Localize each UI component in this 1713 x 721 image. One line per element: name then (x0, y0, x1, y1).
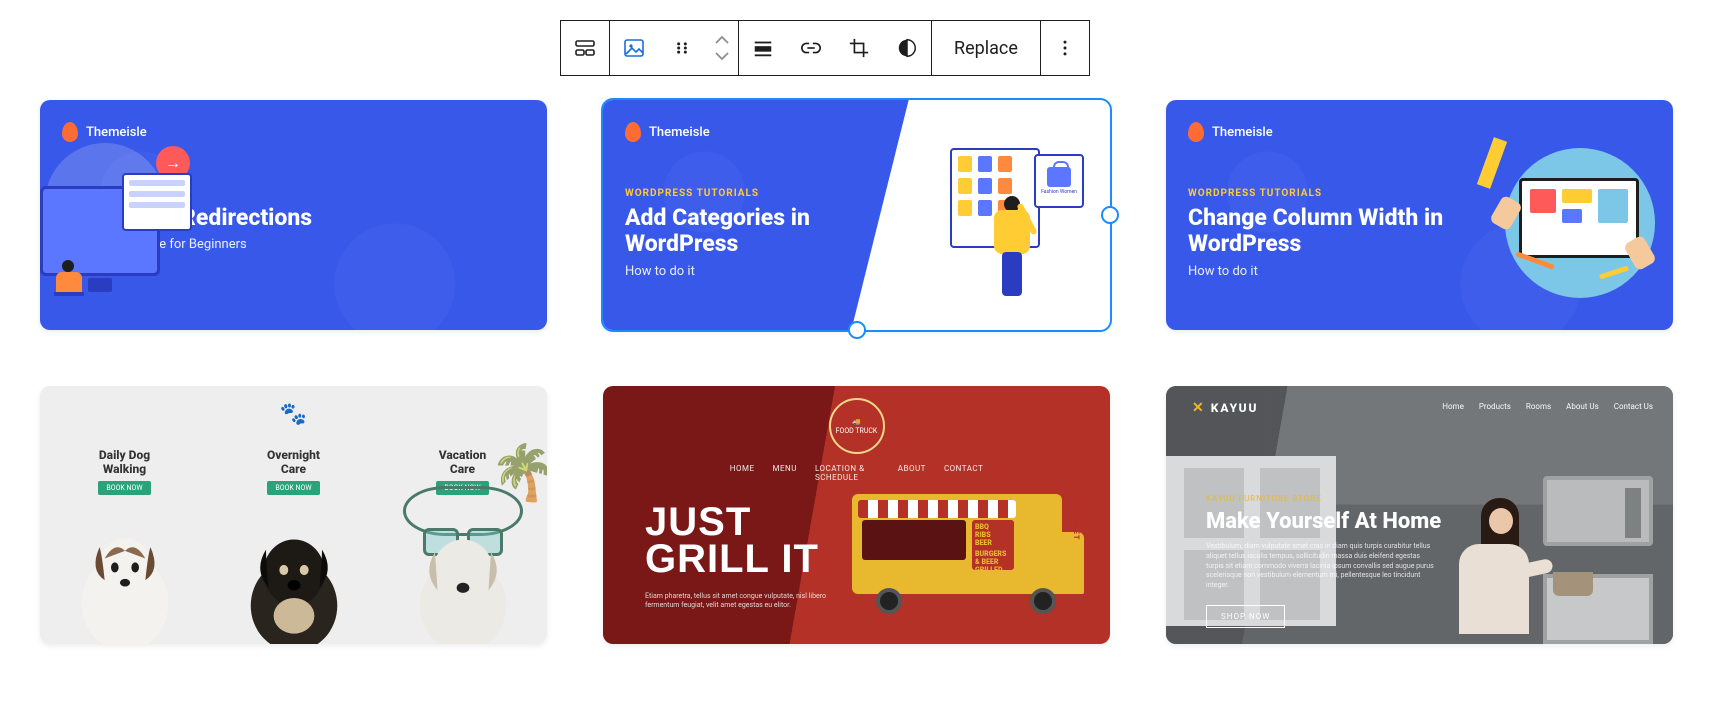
pet-col-title: Daily DogWalking (99, 448, 150, 477)
themeisle-logo-icon (625, 122, 641, 142)
card-eyebrow: WORDPRESS TUTORIALS (625, 188, 910, 199)
pet-col-title: OvernightCare (267, 448, 320, 477)
dog-image-icon (60, 514, 190, 644)
hero-lorem: Etiam pharetra, tellus sit amet congue v… (645, 592, 845, 610)
card-subtitle: How to do it (625, 264, 910, 279)
resize-handle-bottom[interactable] (848, 321, 866, 339)
card-brand: Themeisle (625, 122, 710, 142)
tag-label: Fashion Women (1041, 189, 1077, 195)
block-toolbar: Replace (560, 20, 1090, 76)
card-illustration (1485, 138, 1655, 308)
foodtruck-badge-icon: 🚚FOOD TRUCK (829, 398, 885, 454)
card-title: Change Column Width in WordPress (1188, 205, 1473, 258)
gallery-image[interactable]: Themeisle WORDPRESS WordPress Redirectio… (40, 100, 547, 330)
parent-gallery-block-button[interactable] (561, 21, 609, 75)
dog-image-icon (398, 514, 528, 644)
replace-button[interactable]: Replace (932, 21, 1040, 75)
hero-lorem: Vestibulum, diam vulputate amet cras in … (1206, 542, 1436, 591)
pet-col-title: VacationCare (439, 448, 487, 477)
book-now-button: BOOK NOW (267, 481, 319, 495)
drag-handle[interactable] (658, 21, 706, 75)
gallery-image-selected[interactable]: Themeisle WORDPRESS TUTORIALS Add Catego… (603, 100, 1110, 330)
dog-image-icon (229, 514, 359, 644)
duotone-filter-button[interactable] (883, 21, 931, 75)
move-up-down[interactable] (706, 21, 738, 75)
image-block-button[interactable] (610, 21, 658, 75)
themeisle-logo-icon (1188, 122, 1204, 142)
link-button[interactable] (787, 21, 835, 75)
hero-title: Make Yourself At Home (1206, 509, 1441, 534)
card-eyebrow: WORDPRESS TUTORIALS (1188, 188, 1473, 199)
gallery-image[interactable]: 🐾 Daily DogWalking BOOK NOW OvernightCar… (40, 386, 547, 644)
kayuu-logo: ✕KAYUU (1192, 400, 1259, 416)
site-nav: HomeProductsRoomsAbout UsContact Us (1442, 402, 1653, 411)
card-brand: Themeisle (1188, 122, 1273, 142)
hero-line: GRILL IT (645, 541, 845, 578)
brand-label: Themeisle (649, 125, 710, 140)
brand-label: Themeisle (1212, 125, 1273, 140)
gallery-grid: Themeisle WORDPRESS WordPress Redirectio… (40, 100, 1673, 644)
book-now-button: BOOK NOW (98, 481, 150, 495)
hero-line: JUST (645, 504, 845, 541)
site-nav: HOMEMENULOCATION & SCHEDULEABOUTCONTACT (730, 464, 984, 482)
gallery-image[interactable]: ✕KAYUU HomeProductsRoomsAbout UsContact … (1166, 386, 1673, 644)
card-subtitle: How to do it (1188, 264, 1473, 279)
crop-button[interactable] (835, 21, 883, 75)
card-illustration: Fashion Women (922, 138, 1092, 318)
align-button[interactable] (739, 21, 787, 75)
hero-eyebrow: KAYUU FURNITURE STORE (1206, 494, 1441, 503)
gallery-image[interactable]: 🚚FOOD TRUCK HOMEMENULOCATION & SCHEDULEA… (603, 386, 1110, 644)
resize-handle-right[interactable] (1101, 206, 1119, 224)
pet-logo-icon: 🐾 (40, 386, 547, 442)
card-illustration (40, 138, 210, 320)
card-title: Add Categories in WordPress (625, 205, 910, 258)
truck-illustration: BBQRIBSBEERBURGERS& BEERGRILLED KOLET (852, 494, 1062, 612)
gallery-image[interactable]: Themeisle WORDPRESS TUTORIALS Change Col… (1166, 100, 1673, 330)
shop-now-button: SHOP NOW (1206, 605, 1285, 628)
more-options-button[interactable] (1041, 21, 1089, 75)
